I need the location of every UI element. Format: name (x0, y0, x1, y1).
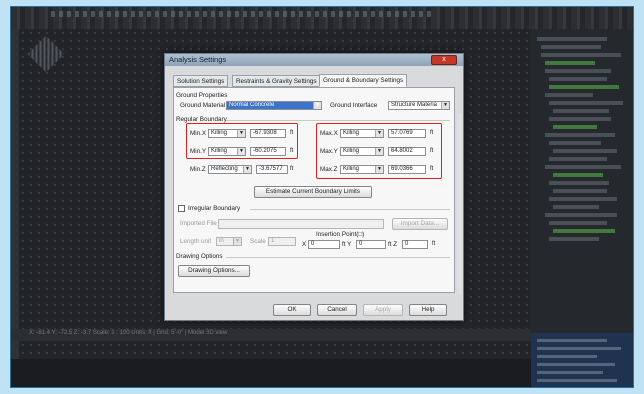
ground-interface-value: Structure Materia (391, 102, 438, 108)
help-button[interactable]: Help (409, 304, 447, 316)
chevron-down-icon: ▼ (441, 102, 449, 109)
min-z-type-select[interactable]: Reflecting ▼ (208, 165, 252, 174)
properties-panel[interactable] (531, 333, 633, 387)
section-divider (226, 120, 450, 121)
min-z-type-value: Reflecting (211, 166, 238, 172)
ground-material-select[interactable]: Normal Concrete ▼ (226, 101, 322, 110)
length-unit-label: Length unit (180, 238, 212, 245)
status-bar: X: -81.4 Y: -72.5 Z: -3.7 Scale: 1 : 100… (11, 329, 531, 341)
scale-label: Scale (250, 238, 266, 245)
insertion-z-input[interactable]: 0 (402, 240, 428, 249)
dialog-titlebar[interactable]: Analysis Settings x (165, 54, 463, 66)
irregular-boundary-label: Irregular Boundary (188, 205, 241, 212)
min-z-label: Min.Z (190, 166, 206, 173)
scale-input[interactable]: 1 (268, 237, 296, 246)
drawing-options-button[interactable]: Drawing Options... (178, 265, 250, 277)
insertion-point-label: Insertion Point(□) (316, 231, 365, 238)
close-button[interactable]: x (431, 55, 457, 65)
max-xyz-highlight-box (316, 123, 442, 179)
imported-file-input[interactable] (218, 219, 384, 229)
drawing-options-heading: Drawing Options (176, 253, 223, 260)
min-z-unit: ft (290, 166, 294, 172)
tab-restraints-gravity[interactable]: Restraints & Gravity Settings (232, 75, 321, 87)
analysis-settings-dialog: Analysis Settings x Solution Settings Re… (164, 53, 464, 321)
ground-interface-select[interactable]: Structure Materia ▼ (388, 101, 450, 110)
ground-properties-heading: Ground Properties (176, 92, 228, 99)
chevron-down-icon: ▼ (313, 102, 321, 109)
import-data-button[interactable]: Import Data... (392, 218, 448, 230)
model-tree-panel[interactable] (531, 29, 633, 339)
close-icon: x (442, 56, 446, 63)
insertion-z-unit: ft (432, 241, 436, 247)
imported-file-label: Imported File (180, 220, 217, 227)
chevron-down-icon: ▼ (233, 238, 241, 245)
cancel-button[interactable]: Cancel (317, 304, 357, 316)
ground-material-label: Ground Material (180, 102, 226, 109)
min-xy-highlight-box (186, 123, 298, 159)
insertion-x-label: X (302, 241, 307, 248)
insertion-z-label: ft Z (388, 241, 398, 248)
estimate-boundary-button[interactable]: Estimate Current Boundary Limits (254, 186, 372, 198)
insertion-y-input[interactable]: 0 (356, 240, 386, 249)
dialog-scrollbar[interactable] (457, 114, 462, 294)
length-unit-select[interactable]: in ▼ (216, 237, 242, 246)
status-text: X: -81.4 Y: -72.5 Z: -3.7 Scale: 1 : 100… (29, 330, 228, 336)
regular-boundary-heading: Regular Boundary (176, 116, 227, 123)
toolbar-icons[interactable] (51, 11, 431, 17)
dialog-title: Analysis Settings (169, 55, 227, 64)
tab-solution-settings[interactable]: Solution Settings (173, 75, 229, 87)
section-divider (226, 257, 450, 258)
min-z-input[interactable]: -3.67577 (256, 165, 288, 174)
left-ruler (11, 29, 19, 359)
insertion-x-input[interactable]: 0 (308, 240, 340, 249)
section-divider (250, 209, 450, 210)
tab-panel: Ground Properties Ground Material Normal… (173, 87, 455, 293)
tab-ground-boundary[interactable]: Ground & Boundary Settings (319, 74, 408, 87)
insertion-y-label: ft Y (342, 241, 352, 248)
ground-material-value: Normal Concrete (229, 102, 275, 108)
ground-interface-label: Ground Interface (330, 102, 378, 109)
apply-button[interactable]: Apply (363, 304, 403, 316)
ok-button[interactable]: OK (273, 304, 311, 316)
chevron-down-icon: ▼ (243, 166, 251, 173)
irregular-boundary-checkbox[interactable] (178, 205, 185, 212)
length-unit-value: in (219, 238, 224, 244)
